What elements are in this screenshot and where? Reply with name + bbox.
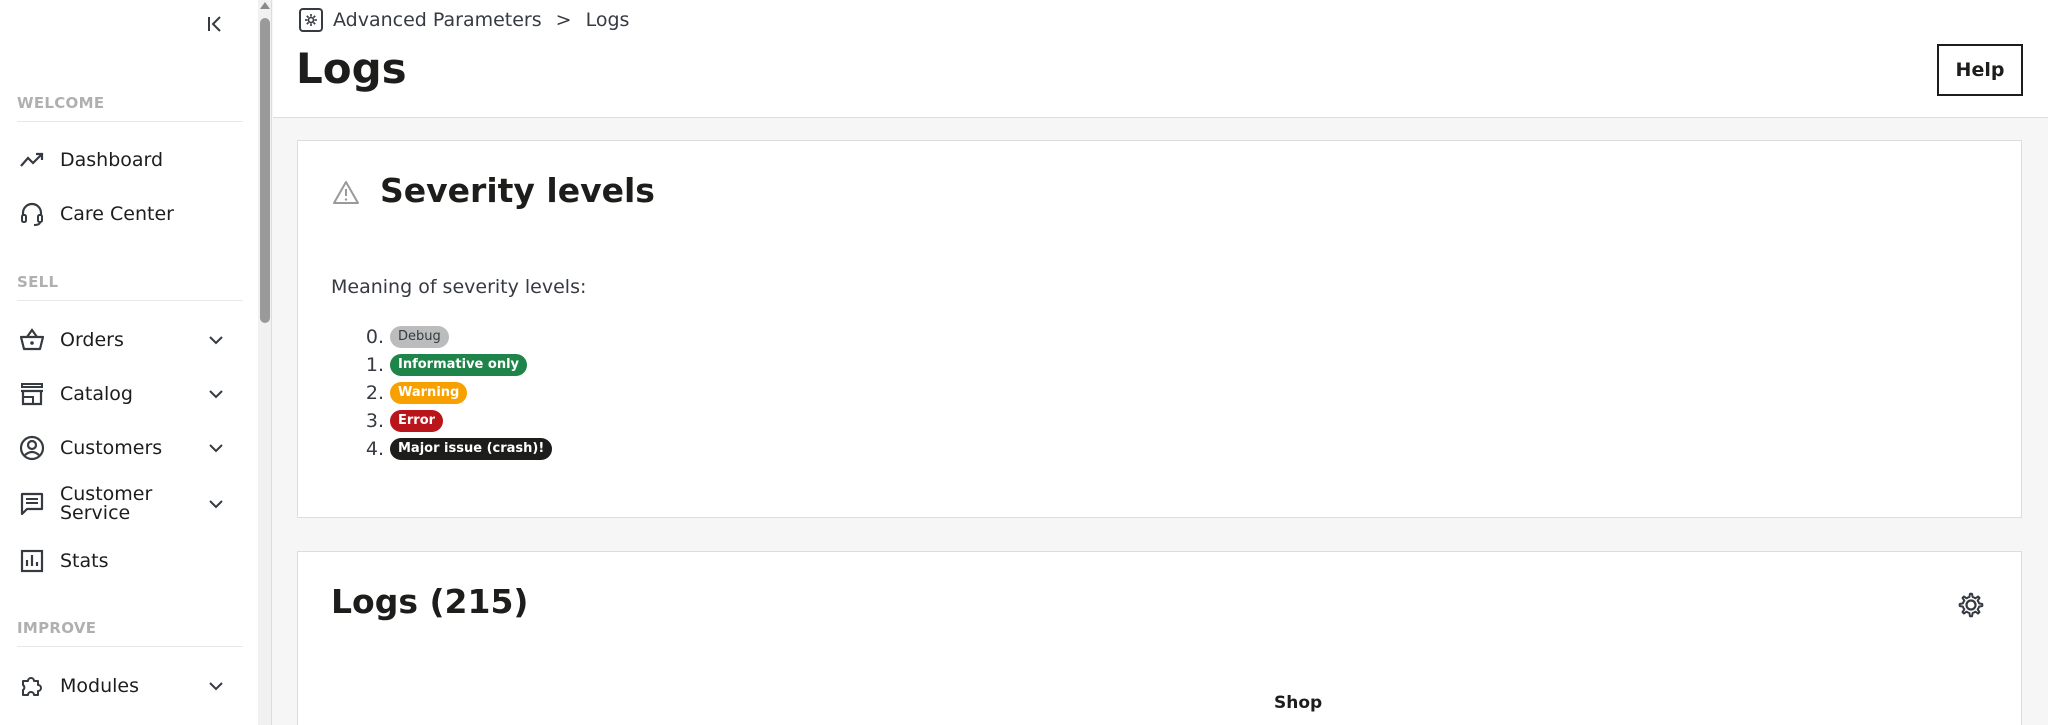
severity-badge-debug: Debug [390, 326, 449, 348]
breadcrumb-parent-link[interactable]: Advanced Parameters [333, 9, 542, 31]
chevron-down-icon[interactable] [206, 438, 226, 458]
trending-up-icon [18, 146, 46, 174]
chevron-down-icon[interactable] [206, 384, 226, 404]
account-circle-icon [18, 434, 46, 462]
sidebar-item-catalog[interactable]: Catalog [0, 372, 240, 416]
sidebar-item-customer-service[interactable]: Customer Service [0, 480, 240, 528]
sidebar-item-label: Catalog [60, 382, 133, 405]
sidebar-item-label: Customers [60, 436, 163, 459]
sidebar-item-label: Orders [60, 328, 124, 351]
headset-icon [18, 200, 46, 228]
section-divider [17, 121, 243, 122]
scroll-up-arrow-icon[interactable] [260, 2, 270, 9]
settings-box-icon [299, 8, 323, 32]
list-number: 3. [365, 410, 384, 432]
list-item: 1. Informative only [364, 351, 552, 379]
sidebar-item-dashboard[interactable]: Dashboard [0, 138, 240, 182]
chevron-down-icon[interactable] [206, 676, 226, 696]
warning-icon [332, 179, 360, 207]
bar-chart-icon [18, 547, 46, 575]
severity-meaning-text: Meaning of severity levels: [331, 276, 587, 298]
logs-card: Logs (215) Shop [297, 551, 2022, 725]
severity-levels-card: Severity levels Meaning of severity leve… [297, 140, 2022, 518]
breadcrumb-current: Logs [585, 9, 630, 31]
sidebar-item-modules[interactable]: Modules [0, 664, 240, 708]
logs-title: Logs (215) [331, 582, 529, 621]
sidebar-item-label: Stats [60, 549, 109, 572]
severity-badge-warning: Warning [390, 382, 468, 404]
store-icon [18, 380, 46, 408]
collapse-sidebar-icon[interactable] [204, 12, 228, 36]
sidebar-item-label: Customer Service [60, 483, 153, 524]
list-number: 2. [365, 382, 384, 404]
severity-levels-list: 0. Debug 1. Informative only 2. Warning … [364, 323, 553, 463]
scrollbar-thumb[interactable] [260, 18, 270, 323]
breadcrumb: Advanced Parameters > Logs [299, 8, 629, 32]
list-item: 0. Debug [364, 323, 552, 351]
basket-icon [18, 326, 46, 354]
breadcrumb-separator: > [555, 9, 572, 31]
list-number: 0. [365, 326, 384, 348]
page-header: Advanced Parameters > Logs Logs Help [273, 0, 2048, 118]
puzzle-icon [18, 672, 46, 700]
list-item: 3. Error [364, 407, 552, 435]
help-button[interactable]: Help [1937, 44, 2023, 96]
section-label-sell: SELL [17, 273, 59, 291]
column-header-shop[interactable]: Shop [1274, 693, 1322, 713]
sidebar: WELCOME Dashboard Care Center SELL Order… [0, 0, 258, 725]
list-item: 2. Warning [364, 379, 552, 407]
list-number: 4. [365, 438, 384, 460]
severity-badge-error: Error [390, 410, 444, 432]
sidebar-item-stats[interactable]: Stats [0, 539, 240, 583]
severity-levels-title: Severity levels [380, 171, 655, 210]
section-divider [17, 300, 243, 301]
section-label-improve: IMPROVE [17, 619, 97, 637]
chat-icon [18, 490, 46, 518]
list-number: 1. [365, 354, 384, 376]
list-item: 4. Major issue (crash)! [364, 435, 553, 463]
sidebar-item-label: Modules [60, 674, 139, 697]
sidebar-item-care-center[interactable]: Care Center [0, 192, 240, 236]
chevron-down-icon[interactable] [206, 330, 226, 350]
sidebar-item-customers[interactable]: Customers [0, 426, 240, 470]
section-label-welcome: WELCOME [17, 94, 105, 112]
sidebar-item-label: Dashboard [60, 148, 164, 171]
section-divider [17, 646, 243, 647]
sidebar-item-label: Care Center [60, 202, 174, 225]
severity-badge-informative: Informative only [390, 354, 528, 376]
sidebar-scrollbar[interactable] [258, 0, 272, 725]
severity-badge-major: Major issue (crash)! [390, 438, 553, 460]
gear-icon[interactable] [1956, 590, 1986, 620]
page-title: Logs [296, 44, 407, 93]
chevron-down-icon[interactable] [206, 494, 226, 514]
sidebar-item-orders[interactable]: Orders [0, 318, 240, 362]
